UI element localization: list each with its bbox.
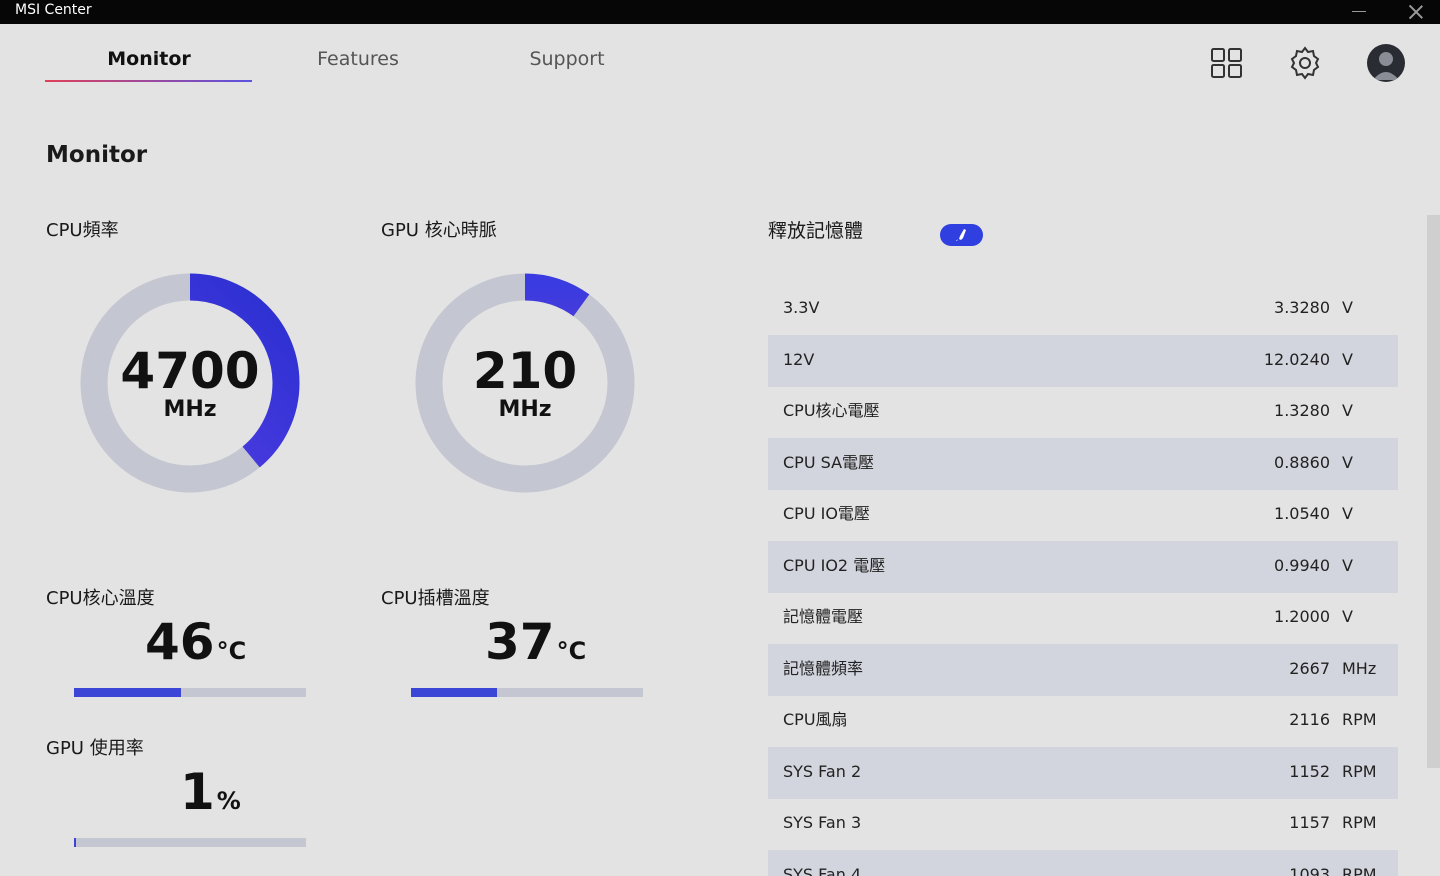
reading-row: SYS Fan 3 1157 RPM bbox=[768, 798, 1398, 850]
reading-value: 2116 bbox=[1289, 710, 1330, 729]
reading-value: 0.9940 bbox=[1274, 555, 1330, 575]
gpu-usage-bar bbox=[74, 838, 306, 847]
reading-unit: V bbox=[1342, 401, 1353, 420]
cpu-core-temp-bar-fill bbox=[74, 688, 181, 697]
gpu-clock-unit: MHz bbox=[498, 397, 552, 422]
cpu-socket-temp-bar-fill bbox=[411, 688, 497, 697]
cpu-frequency-value: 4700 bbox=[120, 342, 260, 400]
reading-name: 12V bbox=[783, 349, 815, 369]
minimize-icon[interactable] bbox=[1346, 0, 1374, 24]
reading-value: 2667 bbox=[1289, 658, 1330, 678]
reading-name: 記憶體頻率 bbox=[783, 658, 864, 678]
reading-name: CPU風扇 bbox=[783, 710, 848, 729]
reading-value: 1152 bbox=[1289, 761, 1330, 781]
reading-name: CPU IO電壓 bbox=[783, 504, 870, 523]
rocket-icon bbox=[956, 229, 966, 241]
cpu-frequency-unit: MHz bbox=[163, 397, 217, 422]
reading-value: 1157 bbox=[1289, 813, 1330, 832]
hardware-readings-list: 3.3V 3.3280 V 12V 12.0240 V CPU核心電壓 1.3280 V CPU … bbox=[768, 283, 1398, 876]
window-title: MSI Center bbox=[15, 2, 92, 18]
reading-value: 3.3280 bbox=[1274, 298, 1330, 317]
reading-unit: V bbox=[1342, 349, 1353, 369]
close-icon[interactable] bbox=[1402, 0, 1430, 24]
reading-name: CPU核心電壓 bbox=[783, 401, 880, 420]
reading-value: 1.0540 bbox=[1274, 504, 1330, 523]
cpu-core-temp-value: 46 bbox=[145, 613, 215, 671]
reading-name: SYS Fan 2 bbox=[783, 761, 862, 781]
cpu-core-temp-unit: °C bbox=[216, 637, 247, 665]
gpu-clock-value: 210 bbox=[472, 342, 578, 400]
cpu-socket-temp-unit: °C bbox=[556, 637, 587, 665]
reading-value: 1.3280 bbox=[1274, 401, 1330, 420]
reading-row: SYS Fan 4 1093 RPM bbox=[768, 849, 1398, 876]
tab-support[interactable]: Support bbox=[512, 46, 622, 72]
tab-features[interactable]: Features bbox=[303, 46, 413, 72]
reading-row: 記憶體頻率 2667 MHz bbox=[768, 643, 1398, 696]
cpu-socket-temp-label: CPU插槽溫度 bbox=[381, 588, 490, 609]
reading-row: CPU風扇 2116 RPM bbox=[768, 695, 1398, 747]
scrollbar[interactable] bbox=[1427, 215, 1440, 768]
reading-unit: RPM bbox=[1342, 710, 1377, 729]
reading-unit: V bbox=[1342, 298, 1353, 317]
reading-row: 記憶體電壓 1.2000 V bbox=[768, 592, 1398, 644]
reading-unit: RPM bbox=[1342, 813, 1377, 832]
gpu-clock-gauge: 210 MHz bbox=[415, 273, 635, 493]
cpu-frequency-gauge: 4700 MHz bbox=[80, 273, 300, 493]
active-tab-underline bbox=[45, 80, 252, 82]
reading-value: 1.2000 bbox=[1274, 607, 1330, 626]
cpu-socket-temp-value: 37 bbox=[485, 613, 555, 671]
reading-name: 記憶體電壓 bbox=[783, 607, 864, 626]
reading-unit: V bbox=[1342, 504, 1353, 523]
cpu-core-temp-bar bbox=[74, 688, 306, 697]
release-memory-button[interactable] bbox=[940, 224, 983, 246]
cpu-core-temp-readout: 46°C bbox=[145, 615, 246, 678]
reading-name: SYS Fan 4 bbox=[783, 864, 862, 876]
page-title: Monitor bbox=[46, 142, 148, 168]
reading-row: CPU IO2 電壓 0.9940 V bbox=[768, 540, 1398, 593]
cpu-socket-temp-readout: 37°C bbox=[485, 615, 586, 678]
cpu-frequency-label: CPU頻率 bbox=[46, 220, 119, 241]
reading-row: CPU SA電壓 0.8860 V bbox=[768, 437, 1398, 490]
reading-row: CPU核心電壓 1.3280 V bbox=[768, 386, 1398, 438]
reading-unit: V bbox=[1342, 607, 1353, 626]
gpu-clock-label: GPU 核心時脈 bbox=[381, 220, 497, 241]
reading-value: 12.0240 bbox=[1263, 349, 1330, 369]
tab-monitor[interactable]: Monitor bbox=[95, 46, 203, 72]
reading-row: 12V 12.0240 V bbox=[768, 334, 1398, 387]
reading-value: 1093 bbox=[1289, 864, 1330, 876]
reading-unit: V bbox=[1342, 452, 1353, 472]
gpu-usage-value: 1 bbox=[180, 763, 215, 821]
reading-name: CPU SA電壓 bbox=[783, 452, 875, 472]
reading-name: SYS Fan 3 bbox=[783, 813, 862, 832]
reading-row: SYS Fan 2 1152 RPM bbox=[768, 746, 1398, 799]
gpu-usage-label: GPU 使用率 bbox=[46, 738, 144, 759]
release-memory-label: 釋放記憶體 bbox=[768, 220, 864, 242]
title-bar: MSI Center bbox=[0, 0, 1440, 24]
reading-row: 3.3V 3.3280 V bbox=[768, 283, 1398, 335]
reading-unit: RPM bbox=[1342, 761, 1377, 781]
reading-name: CPU IO2 電壓 bbox=[783, 555, 886, 575]
cpu-socket-temp-bar bbox=[411, 688, 643, 697]
reading-name: 3.3V bbox=[783, 298, 820, 317]
reading-row: CPU IO電壓 1.0540 V bbox=[768, 489, 1398, 541]
reading-unit: RPM bbox=[1342, 864, 1377, 876]
cpu-core-temp-label: CPU核心溫度 bbox=[46, 588, 155, 609]
gear-icon[interactable] bbox=[1286, 44, 1324, 82]
reading-unit: V bbox=[1342, 555, 1353, 575]
gpu-usage-unit: % bbox=[216, 787, 241, 815]
gpu-usage-readout: 1% bbox=[180, 765, 241, 828]
reading-unit: MHz bbox=[1342, 658, 1377, 678]
apps-grid-icon[interactable] bbox=[1208, 44, 1246, 82]
gpu-usage-bar-fill bbox=[74, 838, 76, 847]
user-avatar-icon[interactable] bbox=[1367, 44, 1405, 82]
reading-value: 0.8860 bbox=[1274, 452, 1330, 472]
